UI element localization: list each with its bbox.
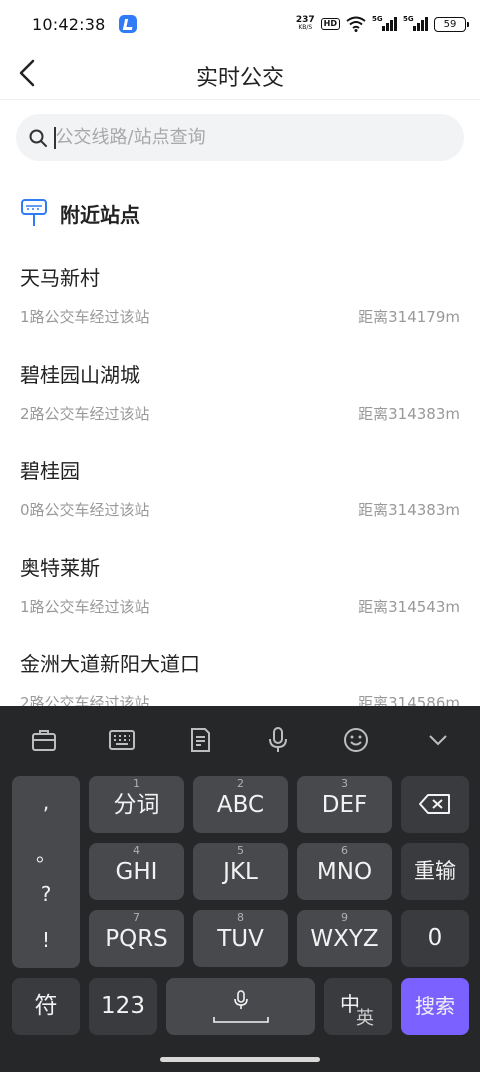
list-item[interactable]: 天马新村 1路公交车经过该站 距离314179m xyxy=(0,248,480,345)
backspace-icon xyxy=(419,794,450,814)
battery-level: 59 xyxy=(443,18,457,30)
key-number: 8 xyxy=(237,911,244,924)
language-switch-key[interactable]: 中 英 xyxy=(324,978,392,1035)
key-number: 7 xyxy=(133,911,140,924)
cellular-signal-1-icon: 5G xyxy=(372,15,397,31)
key-number: 5 xyxy=(237,844,244,857)
station-lines: 2路公交车经过该站 xyxy=(20,404,150,423)
key-2-abc[interactable]: 2 ABC xyxy=(193,776,288,833)
key-number: 1 xyxy=(133,777,140,790)
key-label: 分词 xyxy=(113,792,160,818)
keyboard-icon[interactable] xyxy=(108,726,136,754)
key-number: 2 xyxy=(237,777,244,790)
key-8-tuv[interactable]: 8 TUV xyxy=(193,910,288,967)
key-number: 9 xyxy=(341,911,348,924)
bus-stop-icon xyxy=(21,199,47,226)
exclamation-key[interactable]: ! xyxy=(12,928,80,952)
space-key[interactable] xyxy=(166,978,315,1035)
key-label: GHI xyxy=(115,859,158,885)
numbers-key[interactable]: 123 xyxy=(89,978,157,1035)
key-label: JKL xyxy=(223,859,258,885)
status-bar: 10:42:38 237 KB/S HD 5G 5G 59 xyxy=(0,0,480,48)
network-speed-unit: KB/S xyxy=(298,24,313,31)
clipboard-icon[interactable] xyxy=(186,726,214,754)
question-key[interactable]: ? xyxy=(12,882,80,906)
key-label: 0 xyxy=(427,925,443,951)
station-distance: 距离314179m xyxy=(358,308,460,326)
key-5-jkl[interactable]: 5 JKL xyxy=(193,843,288,900)
station-lines: 0路公交车经过该站 xyxy=(20,501,150,519)
space-bar-icon xyxy=(213,1017,269,1023)
search-bar[interactable] xyxy=(16,114,464,161)
section-title: 附近站点 xyxy=(60,202,140,227)
station-lines: 1路公交车经过该站 xyxy=(20,308,150,326)
key-label: MNO xyxy=(316,859,373,885)
keyboard-toolbar xyxy=(0,706,480,774)
key-label: ABC xyxy=(216,792,265,818)
station-name: 天马新村 xyxy=(20,266,100,290)
key-number: 3 xyxy=(341,777,348,790)
station-distance: 距离314383m xyxy=(358,404,460,423)
search-key[interactable]: 搜索 xyxy=(401,978,469,1035)
key-number: 6 xyxy=(341,844,348,857)
hd-badge: HD xyxy=(320,18,340,30)
station-name: 碧桂园山湖城 xyxy=(20,362,140,387)
list-item[interactable]: 碧桂园 0路公交车经过该站 距离314383m xyxy=(0,441,480,538)
status-indicators: 237 KB/S HD 5G 5G 59 xyxy=(296,15,469,32)
cellular-signal-2-icon: 5G xyxy=(403,15,428,31)
network-speed: 237 KB/S xyxy=(296,16,315,32)
key-0[interactable]: 0 xyxy=(401,910,469,967)
page-title: 实时公交 xyxy=(195,66,284,91)
rewrite-key[interactable]: 重输 xyxy=(401,843,469,900)
key-label: 符 xyxy=(34,993,58,1019)
search-input[interactable] xyxy=(55,127,436,148)
microphone-icon[interactable] xyxy=(264,726,292,754)
key-label: 搜索 xyxy=(415,994,455,1018)
station-name: 奥特莱斯 xyxy=(20,555,100,580)
key-label: TUV xyxy=(217,926,264,952)
briefcase-icon[interactable] xyxy=(30,726,58,754)
key-label: DEF xyxy=(321,792,368,818)
comma-key[interactable]: , xyxy=(12,790,80,814)
list-item[interactable]: 碧桂园山湖城 2路公交车经过该站 距离314383m xyxy=(0,345,480,442)
key-3-def[interactable]: 3 DEF xyxy=(297,776,392,833)
home-indicator[interactable] xyxy=(160,1057,320,1062)
nearby-stations-header: 附近站点 xyxy=(20,198,140,228)
microphone-icon xyxy=(234,990,248,1009)
key-6-mno[interactable]: 6 MNO xyxy=(297,843,392,900)
symbols-key[interactable]: 符 xyxy=(12,978,80,1035)
emoji-icon[interactable] xyxy=(342,726,370,754)
station-name: 碧桂园 xyxy=(20,459,80,483)
list-item[interactable]: 奥特莱斯 1路公交车经过该站 距离314543m xyxy=(0,538,480,635)
key-4-ghi[interactable]: 4 GHI xyxy=(89,843,184,900)
app-notification-icon xyxy=(119,15,138,33)
key-label: PQRS xyxy=(105,926,168,952)
period-key[interactable]: 。 xyxy=(12,838,80,867)
search-icon xyxy=(29,129,47,147)
status-time: 10:42:38 xyxy=(32,14,106,34)
station-list: 天马新村 1路公交车经过该站 距离314179m 碧桂园山湖城 2路公交车经过该… xyxy=(0,248,480,731)
station-distance: 距离314383m xyxy=(358,501,460,519)
backspace-key[interactable] xyxy=(401,776,469,833)
signal-2-tag: 5G xyxy=(403,15,414,23)
chevron-down-icon[interactable] xyxy=(424,726,452,754)
key-label: WXYZ xyxy=(310,926,379,952)
key-label: 重输 xyxy=(414,859,456,883)
key-number: 4 xyxy=(133,844,140,857)
key-7-pqrs[interactable]: 7 PQRS xyxy=(89,910,184,967)
battery-icon: 59 xyxy=(434,16,469,32)
station-distance: 距离314543m xyxy=(358,597,460,616)
station-lines: 1路公交车经过该站 xyxy=(20,597,150,616)
lang-en-label: 英 xyxy=(356,1008,374,1029)
page-header: 实时公交 xyxy=(0,48,480,100)
key-label: 123 xyxy=(101,993,145,1019)
station-name: 金洲大道新阳大道口 xyxy=(20,652,200,676)
punctuation-column[interactable]: , 。 ? ! xyxy=(12,776,80,968)
key-9-wxyz[interactable]: 9 WXYZ xyxy=(297,910,392,967)
signal-1-tag: 5G xyxy=(372,15,383,23)
key-1-fenci[interactable]: 1 分词 xyxy=(89,776,184,833)
wifi-icon xyxy=(346,16,366,32)
